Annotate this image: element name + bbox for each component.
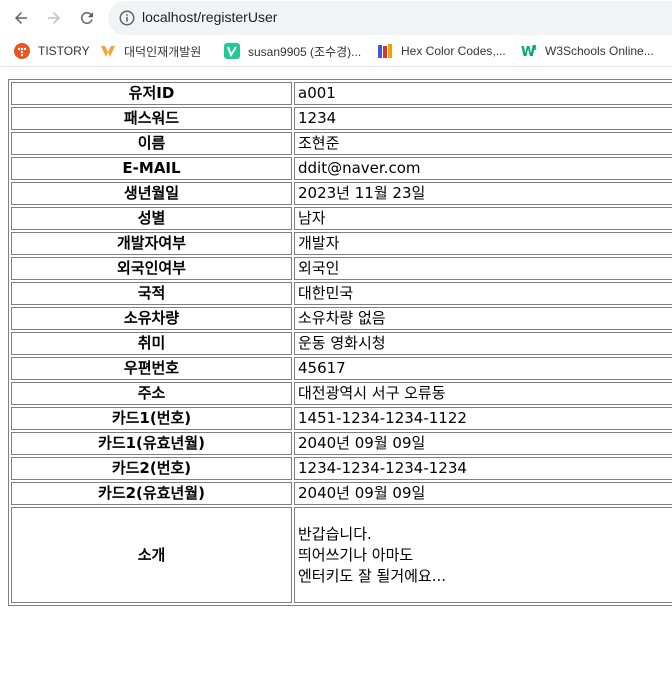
row-value: 남자 (294, 207, 672, 230)
user-info-table: 유저ID a001 패스워드 1234 이름 조현준 E-MAIL ddit@naver… (8, 79, 672, 606)
row-label: 주소 (11, 382, 292, 405)
table-row: 개발자여부 개발자 (11, 232, 672, 255)
ddit-icon (100, 43, 116, 59)
back-button[interactable] (8, 5, 34, 31)
row-label: 카드2(유효년월) (11, 482, 292, 505)
intro-line: 반갑습니다. (298, 524, 372, 543)
row-label: 국적 (11, 282, 292, 305)
row-value: 1234-1234-1234-1234 (294, 457, 672, 480)
reload-button[interactable] (74, 5, 100, 31)
row-label: 이름 (11, 132, 292, 155)
table-row: 생년월일 2023년 11월 23일 (11, 182, 672, 205)
bookmark-label: Hex Color Codes,... (401, 44, 506, 58)
tistory-icon (14, 43, 30, 59)
table-row: 소유차량 소유차량 없음 (11, 307, 672, 330)
books-icon (377, 43, 393, 59)
row-value: 소유차량 없음 (294, 307, 672, 330)
info-icon[interactable] (118, 9, 136, 27)
row-label: 개발자여부 (11, 232, 292, 255)
row-label: 카드2(번호) (11, 457, 292, 480)
table-row: 국적 대한민국 (11, 282, 672, 305)
row-label: 소유차량 (11, 307, 292, 330)
row-label: E-MAIL (11, 157, 292, 180)
row-value: 45617 (294, 357, 672, 380)
bookmark-hex-color[interactable]: Hex Color Codes,... (377, 42, 506, 60)
table-row: 카드2(유효년월) 2040년 09월 09일 (11, 482, 672, 505)
table-row: 유저ID a001 (11, 82, 672, 105)
bookmark-label: 대덕인재개발원 (124, 44, 202, 59)
table-row: 성별 남자 (11, 207, 672, 230)
bookmark-tistory[interactable]: TISTORY (14, 42, 90, 60)
page-content: 유저ID a001 패스워드 1234 이름 조현준 E-MAIL ddit@naver… (0, 67, 672, 674)
row-value: 조현준 (294, 132, 672, 155)
intro-label: 소개 (11, 507, 292, 603)
row-value: 2040년 09월 09일 (294, 482, 672, 505)
row-label: 취미 (11, 332, 292, 355)
bookmarks-bar: TISTORY 대덕인재개발원 susan9905 (조수경)... Hex C… (0, 36, 672, 67)
forward-button[interactable] (41, 5, 67, 31)
row-label: 생년월일 (11, 182, 292, 205)
table-row: 이름 조현준 (11, 132, 672, 155)
table-row: 카드2(번호) 1234-1234-1234-1234 (11, 457, 672, 480)
row-value: 대전광역시 서구 오류동 (294, 382, 672, 405)
bookmark-velog[interactable]: susan9905 (조수경)... (224, 42, 361, 60)
svg-text:3: 3 (532, 44, 537, 52)
row-value: 2023년 11월 23일 (294, 182, 672, 205)
intro-row: 소개 반갑습니다. 띄어쓰기나 아마도 엔터키도 잘 될거에요... (11, 507, 672, 603)
intro-line: 띄어쓰기나 아마도 (298, 545, 414, 564)
bookmark-label: TISTORY (38, 44, 90, 58)
table-row: 취미 운동 영화시청 (11, 332, 672, 355)
table-row: 패스워드 1234 (11, 107, 672, 130)
row-value: 운동 영화시청 (294, 332, 672, 355)
row-value: 2040년 09월 09일 (294, 432, 672, 455)
table-row: 외국인여부 외국인 (11, 257, 672, 280)
row-label: 패스워드 (11, 107, 292, 130)
row-label: 우편번호 (11, 357, 292, 380)
table-row: 우편번호 45617 (11, 357, 672, 380)
table-row: E-MAIL ddit@naver.com (11, 157, 672, 180)
table-row: 주소 대전광역시 서구 오류동 (11, 382, 672, 405)
bookmark-label: W3Schools Online... (545, 44, 654, 58)
row-label: 카드1(번호) (11, 407, 292, 430)
row-value: a001 (294, 82, 672, 105)
row-label: 카드1(유효년월) (11, 432, 292, 455)
row-value: 1451-1234-1234-1122 (294, 407, 672, 430)
table-row: 카드1(유효년월) 2040년 09월 09일 (11, 432, 672, 455)
url-text[interactable]: localhost/registerUser (142, 9, 277, 25)
row-value: 대한민국 (294, 282, 672, 305)
browser-toolbar: localhost/registerUser (0, 0, 672, 36)
velog-icon (224, 43, 240, 59)
arrow-left-icon (15, 12, 27, 24)
row-value: 개발자 (294, 232, 672, 255)
row-label: 유저ID (11, 82, 292, 105)
w3schools-icon: W3 (521, 43, 537, 59)
bookmark-label: susan9905 (조수경)... (248, 44, 362, 59)
table-row: 카드1(번호) 1451-1234-1234-1122 (11, 407, 672, 430)
bookmark-w3schools[interactable]: W3 W3Schools Online... (521, 42, 654, 60)
address-bar[interactable]: localhost/registerUser (108, 1, 672, 35)
row-value: 1234 (294, 107, 672, 130)
intro-line: 엔터키도 잘 될거에요... (298, 566, 447, 585)
reload-icon (80, 11, 93, 24)
row-value: ddit@naver.com (294, 157, 672, 180)
row-label: 성별 (11, 207, 292, 230)
bookmark-ddit[interactable]: 대덕인재개발원 (100, 42, 201, 60)
row-label: 외국인여부 (11, 257, 292, 280)
arrow-right-icon (48, 12, 60, 24)
row-value: 외국인 (294, 257, 672, 280)
intro-value: 반갑습니다. 띄어쓰기나 아마도 엔터키도 잘 될거에요... (294, 507, 672, 603)
